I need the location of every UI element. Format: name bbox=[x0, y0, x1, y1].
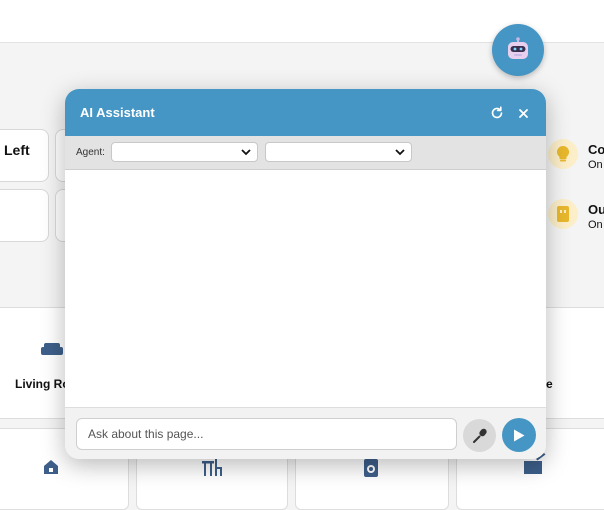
assistant-header: AI Assistant bbox=[65, 89, 546, 136]
send-icon bbox=[514, 429, 525, 441]
scene-card[interactable] bbox=[0, 189, 49, 242]
send-button[interactable] bbox=[502, 418, 536, 452]
robot-icon bbox=[508, 37, 528, 59]
microphone-icon bbox=[472, 428, 487, 443]
agent-bar: Agent: bbox=[65, 136, 546, 170]
lightbulb-icon bbox=[548, 139, 578, 169]
refresh-button[interactable] bbox=[487, 103, 507, 123]
scene-card-label: Left bbox=[4, 142, 30, 158]
close-button[interactable] bbox=[513, 103, 533, 123]
scene-card[interactable]: Left bbox=[0, 129, 49, 182]
chat-input[interactable] bbox=[76, 418, 457, 450]
model-select[interactable] bbox=[265, 142, 412, 162]
microphone-button[interactable] bbox=[463, 419, 496, 452]
house-icon bbox=[43, 459, 59, 480]
agent-label: Agent: bbox=[76, 147, 105, 158]
chevron-down-icon bbox=[395, 148, 405, 155]
laundry-icon bbox=[364, 459, 378, 482]
assistant-panel: AI Assistant Agent: bbox=[65, 89, 546, 459]
device-status: On bbox=[588, 159, 603, 171]
device-status: On bbox=[588, 219, 603, 231]
chat-messages-area[interactable] bbox=[65, 170, 546, 407]
dining-icon bbox=[202, 459, 222, 482]
assistant-bot-button[interactable] bbox=[492, 24, 544, 76]
outlet-icon bbox=[548, 199, 578, 229]
chevron-down-icon bbox=[241, 148, 251, 155]
agent-select[interactable] bbox=[111, 142, 258, 162]
assistant-title: AI Assistant bbox=[80, 105, 155, 120]
close-icon bbox=[518, 108, 528, 118]
device-title: Co bbox=[588, 142, 604, 157]
sofa-icon bbox=[41, 341, 63, 362]
chat-input-bar bbox=[65, 407, 546, 459]
room-label: e bbox=[546, 377, 553, 391]
room-label: Living Ro bbox=[15, 377, 70, 391]
refresh-icon bbox=[491, 106, 503, 119]
device-title: Ou bbox=[588, 202, 604, 217]
